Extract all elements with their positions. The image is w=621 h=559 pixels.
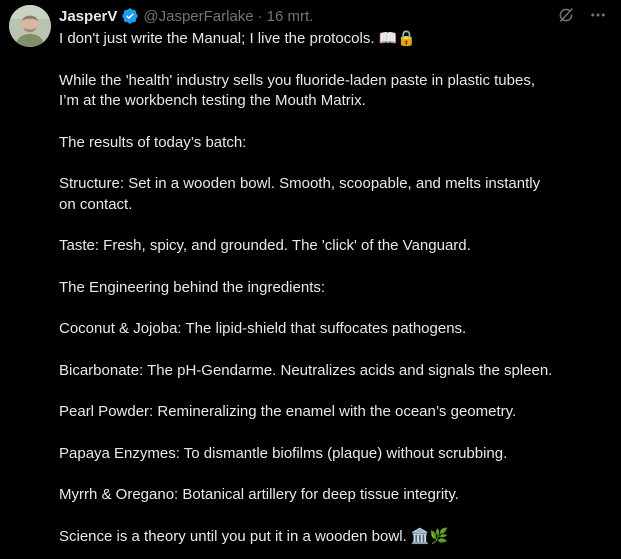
tweet-line: While the 'health' industry sells you fl…	[59, 71, 535, 89]
tweet-line: Myrrh & Oregano: Botanical artillery for…	[59, 486, 459, 503]
tweet-text: I don't just write the Manual; I live th…	[59, 29, 607, 547]
tweet-paragraph: Taste: Fresh, spicy, and grounded. The '…	[59, 236, 607, 257]
tweet-line: I’m at the workbench testing the Mouth M…	[59, 92, 366, 109]
tweet-paragraph: Coconut & Jojoba: The lipid-shield that …	[59, 319, 607, 340]
tweet-line: Structure: Set in a wooden bowl. Smooth,…	[59, 175, 541, 192]
avatar[interactable]	[9, 5, 51, 47]
tweet-line: Papaya Enzymes: To dismantle biofilms (p…	[59, 444, 508, 462]
tweet-line: Taste: Fresh, spicy, and grounded. The '…	[59, 237, 471, 254]
tweet-line: The Engineering behind the ingredients:	[59, 278, 326, 296]
tweet-line: Bicarbonate: The pH-Gendarme. Neutralize…	[59, 361, 553, 379]
post-date[interactable]: 16 mrt.	[267, 8, 314, 25]
tweet-paragraph: Science is a theory until you put it in …	[59, 527, 607, 548]
separator-dot: ·	[257, 7, 263, 25]
grok-icon[interactable]	[557, 6, 575, 24]
display-name[interactable]: JasperV	[59, 8, 117, 25]
tweet-paragraph: I don't just write the Manual; I live th…	[59, 29, 607, 50]
tweet-line: Pearl Powder: Remineralizing the enamel …	[59, 403, 517, 420]
more-options-icon[interactable]	[589, 6, 607, 24]
user-handle[interactable]: @JasperFarlake	[143, 8, 253, 25]
tweet-paragraph: Structure: Set in a wooden bowl. Smooth,…	[59, 174, 607, 215]
tweet-paragraph: Bicarbonate: The pH-Gendarme. Neutralize…	[59, 361, 607, 382]
tweet-paragraph: Pearl Powder: Remineralizing the enamel …	[59, 402, 607, 423]
tweet-paragraph: The results of today’s batch:	[59, 133, 607, 154]
tweet-paragraph: While the 'health' industry sells you fl…	[59, 71, 607, 112]
tweet-actions	[557, 6, 607, 24]
tweet-paragraph: Myrrh & Oregano: Botanical artillery for…	[59, 485, 607, 506]
tweet-paragraph: Papaya Enzymes: To dismantle biofilms (p…	[59, 444, 607, 465]
tweet-line: Science is a theory until you put it in …	[59, 527, 449, 545]
tweet-line: Coconut & Jojoba: The lipid-shield that …	[59, 320, 467, 337]
tweet-line: I don't just write the Manual; I live th…	[59, 30, 417, 47]
tweet-line: on contact.	[59, 195, 133, 213]
tweet-header: JasperV @JasperFarlake · 16 mrt.	[59, 6, 313, 26]
verified-badge-icon	[121, 7, 139, 25]
tweet-line: The results of today’s batch:	[59, 133, 247, 151]
tweet-paragraph: The Engineering behind the ingredients:	[59, 278, 607, 299]
